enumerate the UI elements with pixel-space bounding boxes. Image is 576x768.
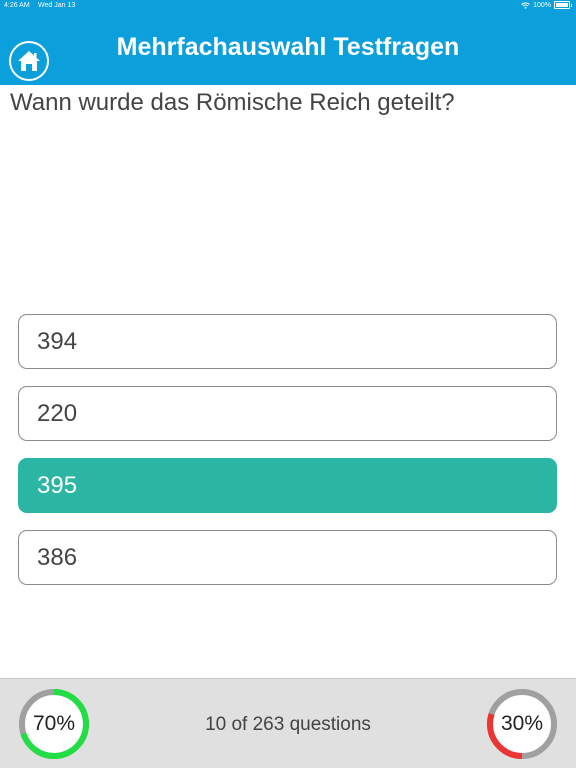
page-title: Mehrfachauswahl Testfragen: [116, 33, 460, 61]
answer-label: 394: [37, 327, 78, 355]
answer-option-2[interactable]: 220: [18, 386, 557, 441]
answer-label: 220: [37, 399, 78, 427]
answer-option-3[interactable]: 395: [18, 458, 557, 513]
battery-percent: 100%: [533, 1, 551, 9]
battery-tip-icon: [571, 3, 572, 7]
wrong-gauge: 30%: [485, 687, 559, 761]
answer-option-4[interactable]: 386: [18, 530, 557, 585]
answer-label: 395: [37, 471, 78, 499]
wrong-percent: 30%: [500, 712, 544, 735]
status-date: Wed Jan 13: [38, 2, 76, 9]
question-text: Wann wurde das Römische Reich geteilt?: [10, 89, 455, 116]
status-time: 4:26 AM: [4, 2, 30, 9]
answer-option-1[interactable]: 394: [18, 314, 557, 369]
battery-icon: [554, 1, 570, 9]
answer-label: 386: [37, 543, 78, 571]
status-right: 100%: [521, 1, 572, 9]
wifi-icon: [521, 2, 530, 9]
status-bar: 4:26 AM Wed Jan 13 100%: [0, 0, 576, 12]
footer-bar: 70% 10 of 263 questions 30%: [0, 678, 576, 768]
